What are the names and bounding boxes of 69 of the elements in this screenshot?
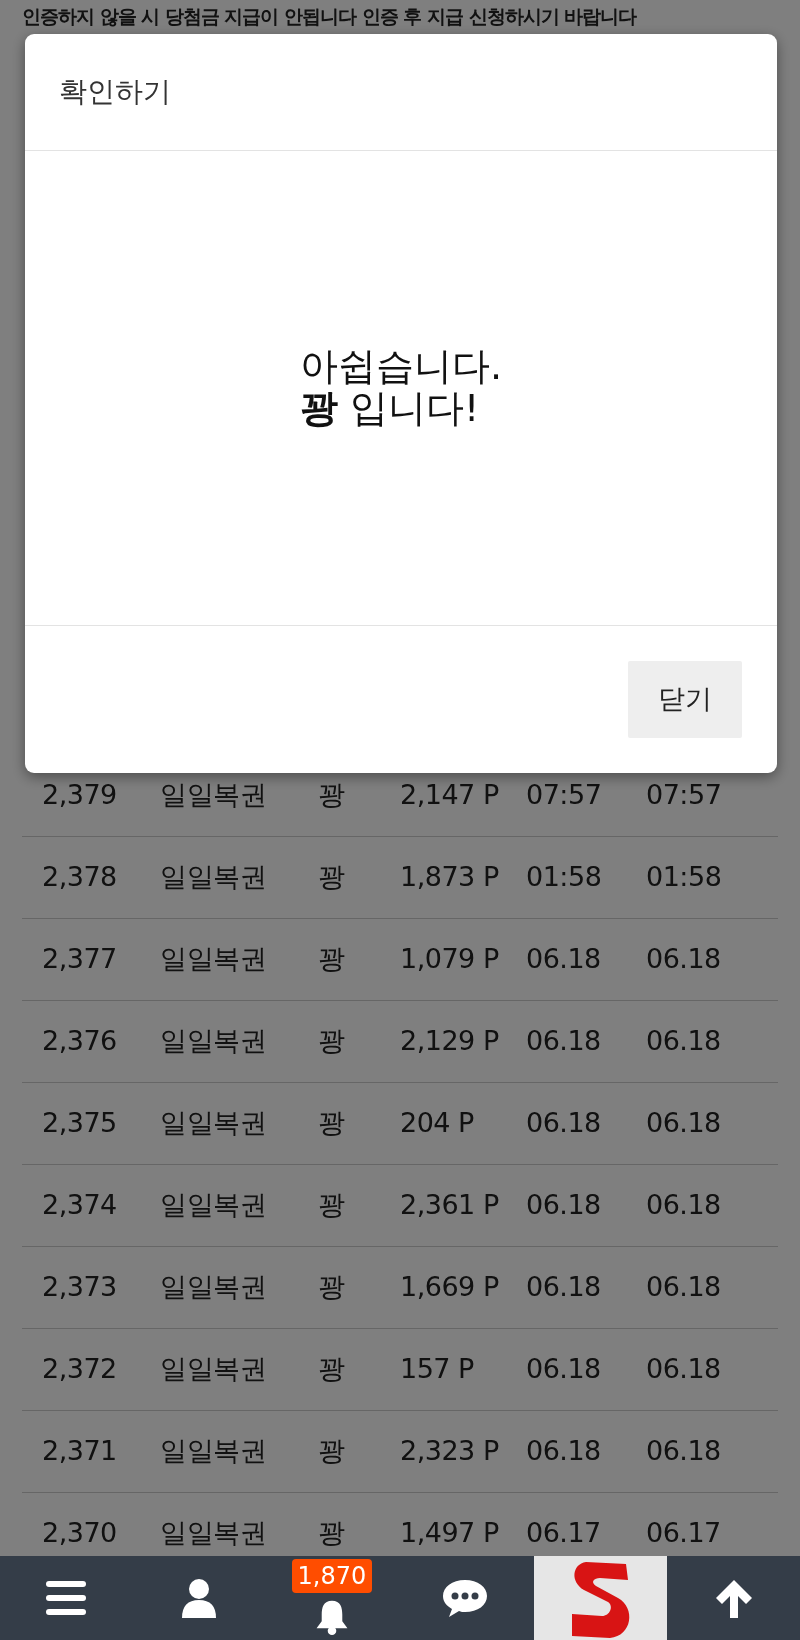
points-text: 1,079 P xyxy=(400,941,500,976)
points-text: 2,361 P xyxy=(400,1187,500,1222)
date-text: 06.18 xyxy=(526,1433,602,1468)
row-number: 2,373 xyxy=(41,1269,118,1304)
points-text: 204 P xyxy=(400,1105,475,1140)
date-text: 06.18 xyxy=(526,941,602,976)
row-number: 2,375 xyxy=(41,1105,118,1140)
result-text: 꽝 xyxy=(318,1433,346,1468)
points-text: 2,323 P xyxy=(400,1433,500,1468)
date-text: 06.18 xyxy=(526,1351,602,1386)
modal-title: 확인하기 xyxy=(59,74,171,110)
row-number: 2,374 xyxy=(41,1187,118,1222)
date-text: 06.18 xyxy=(646,1433,722,1468)
points-text: 1,497 P xyxy=(400,1515,500,1550)
lottery-name: 일일복권 xyxy=(160,1187,267,1222)
result-text: 꽝 xyxy=(318,1515,346,1550)
row-number: 2,371 xyxy=(41,1433,118,1468)
date-text: 06.18 xyxy=(646,1023,722,1058)
date-text: 01:58 xyxy=(646,859,723,894)
points-text: 1,669 P xyxy=(400,1269,500,1304)
count-badge: 1,870 xyxy=(291,1559,373,1593)
date-text: 06.18 xyxy=(526,1269,602,1304)
result-text: 꽝 xyxy=(318,941,346,976)
row-number: 2,372 xyxy=(41,1351,118,1386)
date-text: 06.18 xyxy=(646,1105,722,1140)
lottery-name: 일일복권 xyxy=(160,1351,267,1386)
modal-message: 아쉽습니다. 꽝 입니다! xyxy=(299,346,503,430)
row-number: 2,377 xyxy=(41,941,118,976)
lottery-name: 일일복권 xyxy=(160,859,267,894)
row-number: 2,378 xyxy=(41,859,118,894)
row-number: 2,379 xyxy=(41,777,118,812)
row-number: 2,370 xyxy=(41,1515,118,1550)
date-text: 01:58 xyxy=(526,859,603,894)
menu-icon[interactable] xyxy=(46,1581,87,1615)
lottery-name: 일일복권 xyxy=(160,1433,267,1468)
chat-icon[interactable] xyxy=(441,1578,488,1618)
date-text: 06.18 xyxy=(526,1105,602,1140)
result-text: 꽝 xyxy=(318,1351,346,1386)
date-text: 06.18 xyxy=(646,1269,722,1304)
lottery-name: 일일복권 xyxy=(160,1023,267,1058)
date-text: 06.17 xyxy=(526,1515,602,1550)
result-text: 꽝 xyxy=(318,1269,346,1304)
logo-button[interactable] xyxy=(534,1556,668,1640)
result-text: 꽝 xyxy=(318,859,346,894)
points-text: 2,129 P xyxy=(400,1023,500,1058)
lottery-name: 일일복권 xyxy=(160,777,267,812)
date-text: 06.18 xyxy=(646,1351,722,1386)
date-text: 06.17 xyxy=(646,1515,722,1550)
result-text: 꽝 xyxy=(318,777,346,812)
date-text: 07:57 xyxy=(526,777,603,812)
lottery-name: 일일복권 xyxy=(160,1515,267,1550)
date-text: 06.18 xyxy=(646,1187,722,1222)
result-text: 꽝 xyxy=(318,1023,346,1058)
date-text: 06.18 xyxy=(526,1023,602,1058)
result-text: 꽝 xyxy=(318,1105,346,1140)
date-text: 06.18 xyxy=(526,1187,602,1222)
close-button[interactable]: 닫기 xyxy=(628,661,742,738)
date-text: 07:57 xyxy=(646,777,723,812)
lottery-name: 일일복권 xyxy=(160,1269,267,1304)
lottery-name: 일일복권 xyxy=(160,941,267,976)
row-number: 2,376 xyxy=(41,1023,118,1058)
points-text: 2,147 P xyxy=(400,777,500,812)
user-icon[interactable] xyxy=(182,1578,217,1618)
points-text: 1,873 P xyxy=(400,859,500,894)
lottery-name: 일일복권 xyxy=(160,1105,267,1140)
date-text: 06.18 xyxy=(646,941,722,976)
points-text: 157 P xyxy=(400,1351,475,1386)
result-text: 꽝 xyxy=(318,1187,346,1222)
notice-text: 인증하지 않을 시 당첨금 지급이 안됩니다 인증 후 지급 신청하시기 바랍니다 xyxy=(21,4,638,29)
